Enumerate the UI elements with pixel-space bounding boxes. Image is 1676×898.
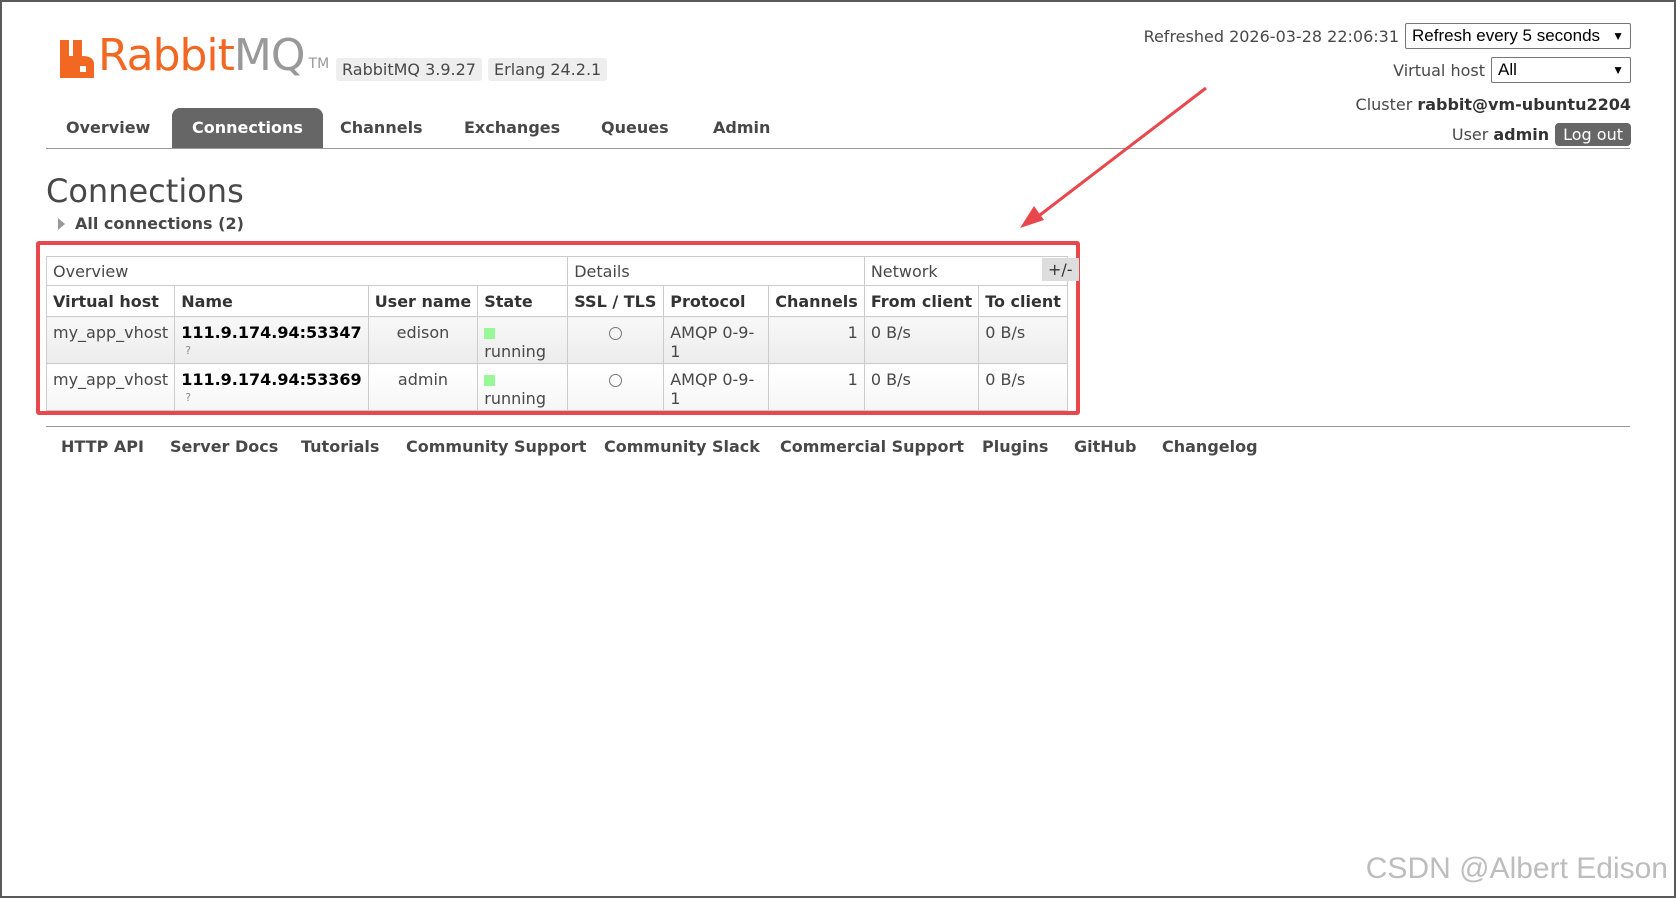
footer-link-tutorials[interactable]: Tutorials [301, 437, 379, 456]
footer-link-community-support[interactable]: Community Support [406, 437, 586, 456]
footer-link-commercial-support[interactable]: Commercial Support [780, 437, 964, 456]
footer-link-github[interactable]: GitHub [1074, 437, 1137, 456]
footer-link-plugins[interactable]: Plugins [982, 437, 1048, 456]
footer-link-server-docs[interactable]: Server Docs [170, 437, 278, 456]
footer-links: HTTP API Server Docs Tutorials Community… [46, 426, 1630, 467]
footer-link-community-slack[interactable]: Community Slack [604, 437, 760, 456]
watermark: CSDN @Albert Edison [1365, 852, 1668, 885]
footer-link-http-api[interactable]: HTTP API [61, 437, 144, 456]
footer-link-changelog[interactable]: Changelog [1162, 437, 1258, 456]
